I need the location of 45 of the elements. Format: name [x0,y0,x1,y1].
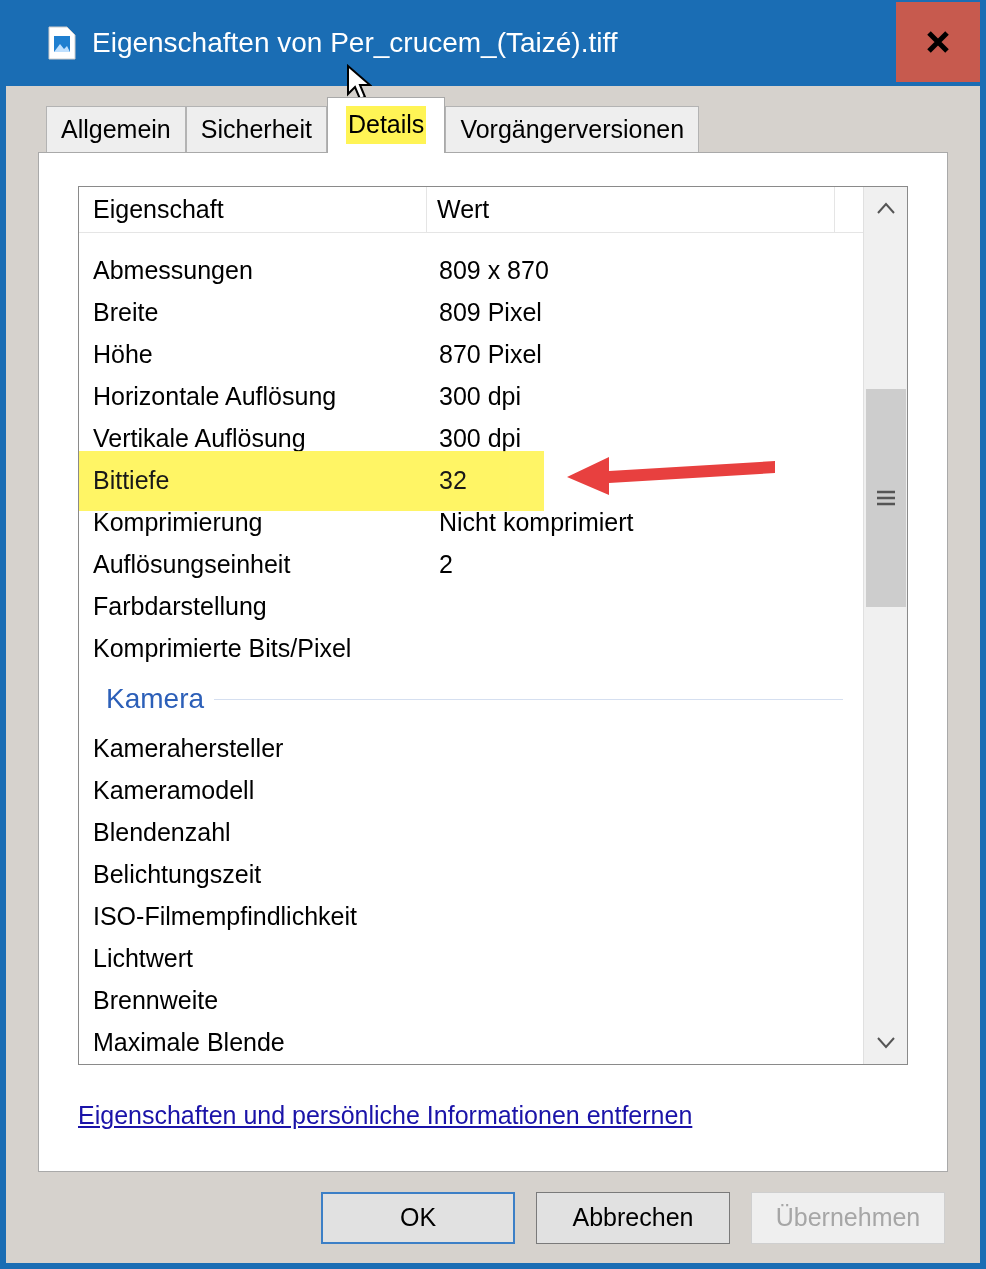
property-name: Kamerahersteller [93,733,285,765]
property-name: Bittiefe [93,465,171,497]
property-value: 300 dpi [439,423,522,455]
scrollbar-thumb[interactable] [865,389,906,607]
column-header[interactable]: Eigenschaft [79,187,427,232]
down-chevron-icon[interactable] [875,1036,896,1050]
up-chevron-icon[interactable] [875,201,896,215]
property-name: Blendenzahl [93,817,232,849]
property-name: Breite [93,297,160,329]
property-name: Komprimierte Bits/Pixel [93,633,353,665]
grip-icon [876,490,895,506]
property-value: 870 Pixel [439,339,542,371]
dialog-button[interactable]: Abbrechen [536,1192,730,1244]
property-value: 2 [439,549,453,581]
property-name: Vertikale Auflösung [93,423,307,455]
property-name: Farbdarstellung [93,591,268,623]
property-name: Abmessungen [93,255,254,287]
remove-properties-link[interactable]: Eigenschaften und persönliche Informationen entfernen [78,1097,693,1135]
property-value: 809 Pixel [439,297,542,329]
property-name: Belichtungszeit [93,859,263,891]
property-name: Komprimierung [93,507,264,539]
tab[interactable]: Allgemein [46,106,186,152]
dialog-button[interactable]: OK [321,1192,515,1244]
property-name: ISO-Filmempfindlichkeit [93,901,358,933]
property-value: Nicht komprimiert [439,507,634,539]
property-name: Kameramodell [93,775,256,807]
tab[interactable]: Details [326,97,446,153]
tab[interactable]: Sicherheit [185,106,327,152]
window-title: Eigenschaften von Per_crucem_(Taizé).tiff [92,26,618,60]
column-header[interactable]: Wert [427,187,835,232]
group-heading: Kamera [106,682,205,716]
tab[interactable]: Vorgängerversionen [445,106,700,152]
property-value: 32 [439,465,467,497]
close-button[interactable] [896,2,980,82]
image-file-icon [46,26,78,60]
property-name: Höhe [93,339,154,371]
property-name: Brennweite [93,985,220,1017]
property-name: Horizontale Auflösung [93,381,338,413]
scrollbar[interactable] [863,187,907,1064]
property-value: 300 dpi [439,381,522,413]
property-name: Lichtwert [93,943,195,975]
property-value: 809 x 870 [439,255,549,287]
close-icon [926,30,950,54]
property-name: Maximale Blende [93,1027,286,1059]
property-name: Auflösungseinheit [93,549,292,581]
